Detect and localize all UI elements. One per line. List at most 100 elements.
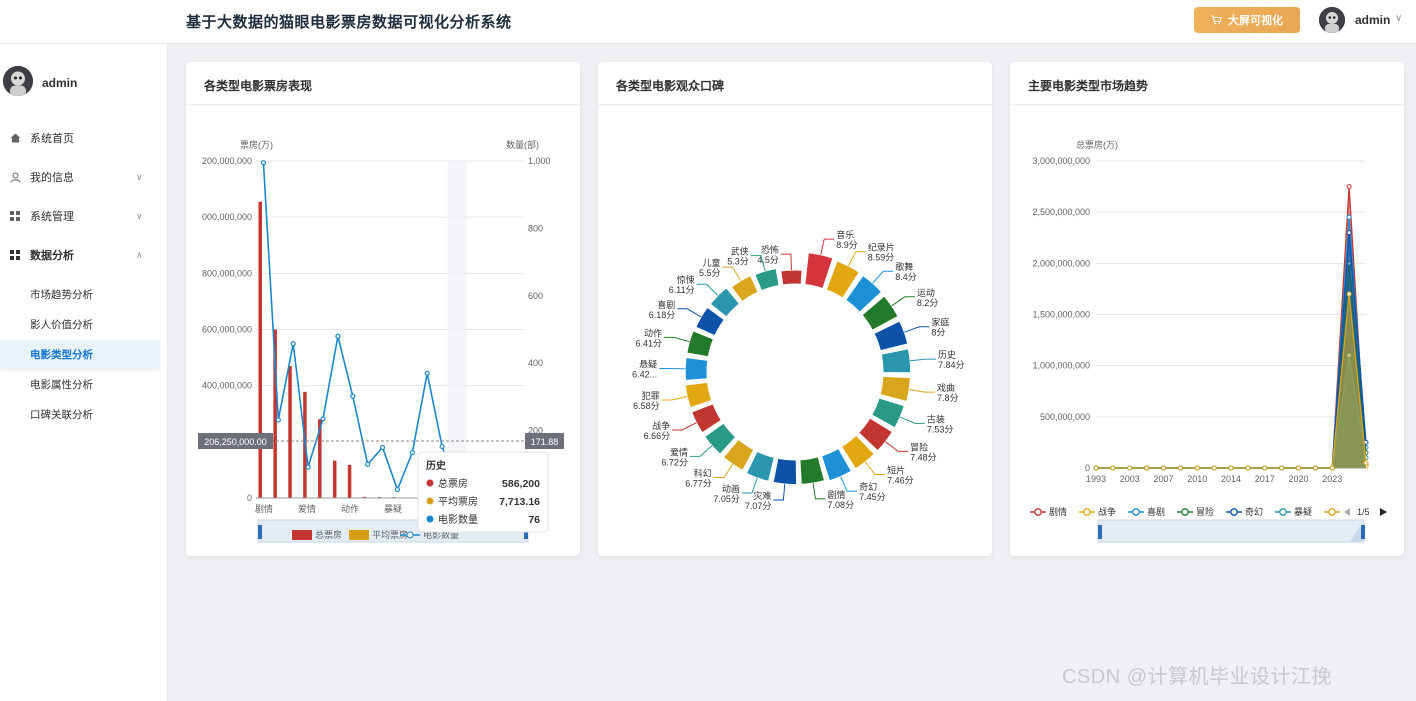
legend-swatch-point bbox=[406, 531, 414, 539]
menu-label: 系统首页 bbox=[30, 133, 74, 145]
series-line bbox=[1096, 217, 1367, 469]
slice-value: 6.41分 bbox=[636, 338, 663, 348]
x-tick-label: 2003 bbox=[1120, 474, 1140, 484]
big-screen-button[interactable]: 大屏可视化 bbox=[1194, 7, 1300, 33]
card-reputation: 各类型电影观众口碑 恐怖 4.5分 音乐 8.9分 纪录片 8.59分 歌舞 8.4分 运动 8.… bbox=[598, 62, 992, 556]
crosshair-left-label: 206,250,000.00 bbox=[204, 437, 267, 447]
label-leader-line bbox=[872, 270, 894, 284]
menu-item-data-analysis[interactable]: 数据分析 ∧ bbox=[0, 239, 160, 271]
top-username[interactable]: admin bbox=[1355, 13, 1390, 27]
submenu-market-trend[interactable]: 市场趋势分析 bbox=[0, 280, 160, 308]
series-line bbox=[1096, 186, 1367, 469]
slice-value: 6.77分 bbox=[685, 479, 712, 489]
submenu-reputation-analysis[interactable]: 口碑关联分析 bbox=[0, 400, 160, 428]
x-tick-label: 2020 bbox=[1288, 474, 1308, 484]
slice-name: 惊悚 bbox=[677, 274, 695, 285]
crosshair-right-label: 171.88 bbox=[531, 437, 559, 447]
slice-name: 剧情 bbox=[828, 489, 846, 500]
slice-value: 7.8分 bbox=[937, 393, 959, 403]
slice-value: 7.84分 bbox=[938, 360, 965, 370]
menu-item-my-info[interactable]: 我的信息 ∨ bbox=[0, 161, 160, 193]
menu-item-home[interactable]: 系统首页 bbox=[0, 122, 160, 154]
slice-name: 歌舞 bbox=[895, 261, 913, 272]
slice-name: 短片 bbox=[887, 465, 905, 476]
point-movie-count bbox=[439, 443, 445, 450]
label-leader-line bbox=[909, 389, 935, 393]
reputation-chart[interactable]: 恐怖4.5分音乐8.9分 纪录片8.59分歌舞8.4分运动8.2分家庭8分历史7.… bbox=[598, 62, 992, 556]
y-tick-label: 1,500,000,000 bbox=[1032, 310, 1090, 320]
legend-swatch-point bbox=[1181, 508, 1189, 516]
x-tick-label: 2007 bbox=[1153, 474, 1173, 484]
series-point bbox=[1161, 465, 1166, 471]
pie-slice bbox=[880, 348, 912, 374]
avatar[interactable] bbox=[1319, 7, 1345, 33]
submenu-genre-analysis[interactable]: 电影类型分析 bbox=[0, 340, 160, 368]
submenu-label: 口碑关联分析 bbox=[30, 408, 93, 421]
legend-page: 1/5 bbox=[1357, 507, 1370, 517]
series-line bbox=[1096, 232, 1367, 469]
legend-swatch bbox=[349, 530, 369, 540]
slice-name: 犯罪 bbox=[642, 391, 660, 401]
y-tick-label: 2,500,000,000 bbox=[1032, 207, 1090, 217]
slice-value: 8.9分 bbox=[836, 240, 858, 250]
series-point bbox=[1110, 465, 1116, 471]
label-leader-line bbox=[713, 463, 734, 479]
box-office-chart[interactable]: 票房(万) 数量(部) 0 400,000,000 600,000,000 800,000… bbox=[186, 62, 580, 556]
label-leader-line bbox=[722, 266, 742, 282]
trend-chart[interactable]: 总票房(万) 0 500,000,000 1,000,000,000 1,500,000… bbox=[1010, 62, 1404, 556]
slice-name: 纪录片 bbox=[868, 242, 895, 253]
menu-label: 数据分析 bbox=[30, 250, 74, 262]
grid-icon bbox=[9, 210, 21, 222]
slice-name: 音乐 bbox=[836, 229, 854, 240]
y2-tick-label: 800 bbox=[528, 223, 543, 233]
label-leader-line bbox=[773, 484, 786, 501]
y-tick-label: 000,000,000 bbox=[202, 212, 252, 222]
label-leader-line bbox=[672, 422, 697, 431]
slice-name: 科幻 bbox=[694, 468, 712, 479]
y-tick-label: 800,000,000 bbox=[202, 268, 252, 278]
legend-next-icon bbox=[1380, 508, 1387, 516]
x-tick-label: 暴疑 bbox=[384, 504, 402, 514]
legend-label: 总票房 bbox=[315, 529, 342, 540]
legend-swatch-point bbox=[1132, 508, 1140, 516]
menu-item-system[interactable]: 系统管理 ∨ bbox=[0, 200, 160, 232]
avatar-image bbox=[3, 66, 33, 96]
slice-value: 7.07分 bbox=[745, 501, 772, 511]
submenu-attribute-analysis[interactable]: 电影属性分析 bbox=[0, 370, 160, 398]
legend-swatch-point bbox=[1083, 508, 1091, 516]
tooltip-series-value: 7,713.16 bbox=[499, 496, 540, 508]
point-movie-count bbox=[424, 370, 430, 376]
slice-name: 冒险 bbox=[910, 441, 928, 452]
slice-name: 儿童 bbox=[702, 257, 720, 268]
legend-prev-icon bbox=[1344, 508, 1350, 516]
y-tick-label: 0 bbox=[247, 493, 252, 503]
bar-total-box-office bbox=[332, 460, 337, 498]
label-leader-line bbox=[677, 308, 702, 318]
series-point bbox=[1177, 465, 1183, 471]
point-movie-count bbox=[379, 444, 386, 451]
slice-value: 6.66分 bbox=[644, 431, 671, 441]
series-point bbox=[1329, 465, 1335, 471]
x-tick-label: 2023 bbox=[1322, 474, 1342, 484]
pie-slice bbox=[772, 457, 798, 486]
submenu-talent-value[interactable]: 影人价值分析 bbox=[0, 310, 160, 338]
watermark: CSDN @计算机毕业设计江挽 bbox=[1062, 666, 1333, 688]
slice-name: 战争 bbox=[652, 420, 670, 431]
top-bar: 基于大数据的猫眼电影票房数据可视化分析系统 大屏可视化 admin ∨ bbox=[0, 0, 1416, 44]
slice-value: 6.11分 bbox=[669, 285, 695, 295]
point-movie-count bbox=[335, 333, 341, 339]
tooltip-series-value: 76 bbox=[528, 514, 540, 526]
series-point bbox=[1127, 465, 1133, 471]
pie-slice bbox=[684, 356, 709, 381]
point-movie-count bbox=[409, 449, 415, 456]
slice-name: 恐怖 bbox=[761, 244, 779, 255]
tooltip-marker bbox=[426, 479, 434, 487]
series-point bbox=[1144, 465, 1150, 471]
bar-total-box-office bbox=[288, 366, 292, 498]
point-movie-count bbox=[305, 464, 311, 470]
tooltip: 历史总票房 586,200 平均票房 7,713.16 电影数量 76 bbox=[417, 451, 549, 533]
grid-icon bbox=[9, 249, 21, 261]
chevron-down-icon[interactable]: ∨ bbox=[1395, 13, 1402, 24]
series-point bbox=[1346, 230, 1352, 236]
avatar-image bbox=[1319, 7, 1345, 33]
